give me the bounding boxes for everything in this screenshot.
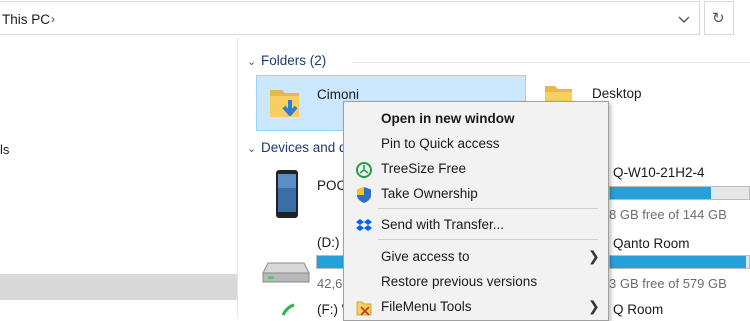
address-location[interactable]: This PC (2, 12, 50, 27)
chevron-down-icon[interactable] (676, 11, 692, 27)
devices-group-title[interactable]: Devices and dr (261, 140, 351, 155)
group-divider (352, 62, 750, 63)
menu-item-take-ownership[interactable]: Take Ownership (344, 182, 608, 206)
device-name[interactable]: Qanto Room (613, 236, 690, 251)
refresh-icon: ↻ (712, 10, 725, 27)
menu-item-label: Send with Transfer... (381, 217, 505, 232)
drive-usage-bar (316, 255, 344, 269)
folder-name: Cimoni (317, 87, 360, 102)
downloads-folder-icon (270, 90, 299, 117)
navigation-pane: ls (0, 38, 238, 317)
drive-free-space: 3 GB free of 579 GB (609, 276, 727, 291)
refresh-button[interactable]: ↻ (704, 1, 734, 35)
address-field[interactable]: This PC › (0, 1, 700, 35)
address-bar: This PC › ↻ (0, 0, 750, 38)
nav-item-selected[interactable] (0, 274, 237, 300)
menu-item-label: Take Ownership (381, 186, 478, 201)
folder-name: Desktop (592, 86, 642, 101)
menu-item-filemenu-tools[interactable]: FileMenu Tools ❯ (344, 295, 608, 319)
submenu-arrow-icon: ❯ (588, 248, 600, 264)
drive-icon (262, 262, 310, 283)
uac-shield-icon (357, 187, 371, 203)
menu-item-send-with-transfer[interactable]: Send with Transfer... (344, 213, 608, 237)
menu-item-label: Open in new window (381, 111, 515, 126)
filemenu-tools-icon (356, 301, 372, 316)
group-collapse-icon[interactable]: ⌄ (247, 142, 256, 155)
menu-item-label: TreeSize Free (381, 161, 467, 176)
drive-usage-fill (317, 256, 343, 268)
green-check-icon (281, 303, 295, 316)
group-collapse-icon[interactable]: ⌄ (247, 55, 256, 68)
context-menu: Open in new window Pin to Quick access T… (343, 101, 609, 321)
menu-item-pin-to-quick-access[interactable]: Pin to Quick access (344, 132, 608, 156)
device-name[interactable]: Q-W10-21H2-4 (613, 165, 705, 180)
device-name[interactable]: Q Room (613, 302, 663, 317)
drive-usage-bar (609, 255, 750, 269)
menu-item-treesize-free[interactable]: TreeSize Free (344, 157, 608, 181)
breadcrumb-chevron-icon[interactable]: › (51, 12, 55, 26)
nav-item-label[interactable]: ls (0, 142, 9, 157)
drive-usage-bar (609, 186, 750, 200)
drive-usage-fill (610, 256, 747, 268)
treesize-icon (356, 162, 372, 178)
menu-item-label: Give access to (381, 249, 470, 264)
submenu-arrow-icon: ❯ (588, 298, 600, 314)
device-tile-poco[interactable]: POCO (256, 165, 357, 223)
menu-item-open-in-new-window[interactable]: Open in new window (344, 107, 608, 131)
menu-item-label: FileMenu Tools (381, 299, 472, 314)
drive-usage-fill (610, 187, 712, 199)
menu-separator (378, 239, 598, 240)
menu-item-label: Restore previous versions (381, 274, 538, 289)
dropbox-icon (356, 219, 372, 231)
menu-separator (378, 208, 598, 209)
drive-free-space: 42,6 (317, 276, 343, 291)
menu-item-give-access-to[interactable]: Give access to ❯ (344, 245, 608, 269)
phone-icon (276, 170, 298, 218)
menu-item-label: Pin to Quick access (381, 136, 500, 151)
folders-group-title[interactable]: Folders (2) (261, 53, 326, 68)
menu-item-restore-previous-versions[interactable]: Restore previous versions (344, 270, 608, 294)
drive-free-space: 8 GB free of 144 GB (609, 207, 727, 222)
